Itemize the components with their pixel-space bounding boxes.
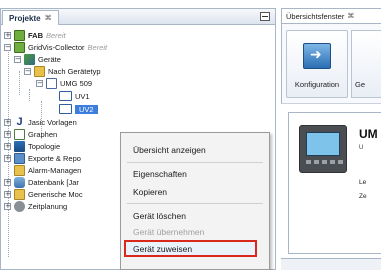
collapse-icon[interactable]: −	[36, 79, 43, 87]
expand-icon[interactable]: +	[4, 31, 11, 39]
tree-item-label: Alarm-Managen	[28, 165, 82, 175]
tree-item-uv2[interactable]: UV2	[59, 103, 98, 115]
tree-item-geraete[interactable]: − Geräte	[14, 53, 61, 65]
konfiguration-button[interactable]: Konfiguration	[286, 30, 348, 98]
expand-icon[interactable]: +	[4, 130, 11, 138]
tree-item-zeitplanung[interactable]: + Zeitplanung	[4, 200, 67, 212]
tree-item-gridvis-collector[interactable]: − GridVis-Collector Bereit	[4, 41, 107, 53]
graph-icon	[14, 128, 25, 140]
tree-item-label: GridVis-Collector	[28, 42, 85, 52]
tree-item-label: UV1	[75, 91, 90, 101]
overview-bottom-panel	[281, 258, 381, 270]
project-icon	[14, 29, 25, 41]
database-icon	[14, 176, 25, 188]
configuration-icon	[303, 43, 331, 69]
tree-item-label: Datenbank [Jar	[28, 177, 79, 187]
menu-item-geraet-loeschen[interactable]: Gerät löschen	[133, 211, 186, 221]
device-overview-card: UM U Le Ze	[288, 112, 381, 254]
expand-icon[interactable]: +	[4, 142, 11, 150]
alarm-icon	[14, 164, 25, 176]
tree-item-status: Bereit	[46, 30, 66, 40]
device-title: UM	[359, 127, 378, 141]
collapse-icon[interactable]: −	[4, 43, 11, 51]
topology-icon	[14, 140, 25, 152]
device-type-icon	[46, 77, 57, 89]
tree-item-alarm-management[interactable]: Alarm-Managen	[14, 164, 81, 176]
tree-item-label: FAB	[28, 30, 43, 40]
menu-item-geraet-zuweisen[interactable]: Gerät zuweisen	[133, 244, 192, 254]
tree-item-label: Nach Gerätetyp	[48, 66, 101, 76]
tab-projekte-label: Projekte	[9, 13, 41, 23]
expand-icon[interactable]: +	[4, 202, 11, 210]
folder-icon	[34, 65, 45, 77]
device-icon	[59, 104, 72, 114]
tree-item-nach-geraetetyp[interactable]: − Nach Gerätetyp	[24, 65, 101, 77]
close-icon[interactable]: ⌘	[347, 12, 354, 20]
tree-item-label: Generische Moc	[28, 189, 83, 199]
collapse-icon[interactable]: −	[24, 67, 31, 75]
menu-separator	[127, 162, 263, 163]
device-keys	[306, 160, 343, 164]
tree-item-label: UV2	[75, 104, 98, 114]
generic-icon	[14, 188, 25, 200]
schedule-icon	[14, 200, 25, 212]
menu-item-uebersicht-anzeigen[interactable]: Übersicht anzeigen	[133, 145, 206, 155]
tree-item-label: Zeitplanung	[28, 201, 68, 211]
tree-item-label: Topologie	[28, 141, 61, 151]
expand-icon[interactable]: +	[4, 178, 11, 186]
konfiguration-label: Konfiguration	[294, 80, 340, 89]
tree-guide	[29, 89, 30, 101]
tree-item-graphen[interactable]: + Graphen	[4, 128, 57, 140]
device-icon	[59, 91, 72, 101]
tree-item-label: Exporte & Repo	[28, 153, 81, 163]
context-menu: Übersicht anzeigen Eigenschaften Kopiere…	[120, 132, 270, 270]
tree-item-label: Geräte	[38, 54, 61, 64]
minimize-button[interactable]	[260, 12, 270, 21]
expand-icon[interactable]: +	[4, 154, 11, 162]
overview-tabbar: Übersichtsfenster ⌘	[281, 8, 381, 24]
jasic-icon: J	[16, 115, 23, 128]
projects-tabbar: Projekte ⌘	[1, 9, 275, 25]
device-screen	[306, 132, 340, 156]
tree-item-umg-509[interactable]: − UMG 509	[36, 77, 92, 89]
device-subtitle: U	[359, 145, 364, 151]
device-image	[299, 125, 347, 173]
toolbar-button-2[interactable]: Ge	[351, 30, 381, 98]
project-icon	[14, 41, 25, 53]
tree-item-jasic-vorlagen[interactable]: + J Jasic Vorlagen	[4, 116, 77, 128]
tree-item-topologie[interactable]: + Topologie	[4, 140, 60, 152]
menu-item-eigenschaften[interactable]: Eigenschaften	[133, 169, 187, 179]
device-info-line: Le	[359, 179, 367, 186]
menu-separator	[127, 203, 263, 204]
menu-item-kopieren[interactable]: Kopieren	[133, 187, 167, 197]
expand-icon[interactable]: +	[4, 118, 11, 126]
export-icon	[14, 152, 25, 164]
toolbar-button-2-label: Ge	[355, 80, 366, 89]
tree-item-generische-module[interactable]: + Generische Moc	[4, 188, 83, 200]
tree-item-uv1[interactable]: UV1	[59, 90, 90, 102]
device-info-line: Ze	[359, 193, 367, 200]
tree-guide	[19, 71, 20, 95]
tab-projekte[interactable]: Projekte ⌘	[2, 10, 59, 25]
tree-item-fab[interactable]: + FAB Bereit	[4, 29, 66, 41]
collapse-icon[interactable]: −	[14, 55, 21, 63]
tree-item-status: Bereit	[87, 42, 108, 52]
tab-uebersichtsfenster[interactable]: Übersichtsfenster	[286, 12, 344, 21]
tree-item-label: Jasic Vorlagen	[28, 117, 77, 127]
overview-toolbar: Konfiguration Ge	[281, 24, 381, 104]
expand-icon[interactable]: +	[4, 190, 11, 198]
tree-item-exporte[interactable]: + Exporte & Repo	[4, 152, 81, 164]
menu-item-geraet-uebernehmen: Gerät übernehmen	[133, 227, 205, 237]
tree-item-label: UMG 509	[60, 78, 93, 88]
devices-icon	[24, 53, 35, 65]
close-icon[interactable]: ⌘	[45, 14, 52, 22]
tree-item-label: Graphen	[28, 129, 58, 139]
tree-item-datenbank[interactable]: + Datenbank [Jar	[4, 176, 79, 188]
